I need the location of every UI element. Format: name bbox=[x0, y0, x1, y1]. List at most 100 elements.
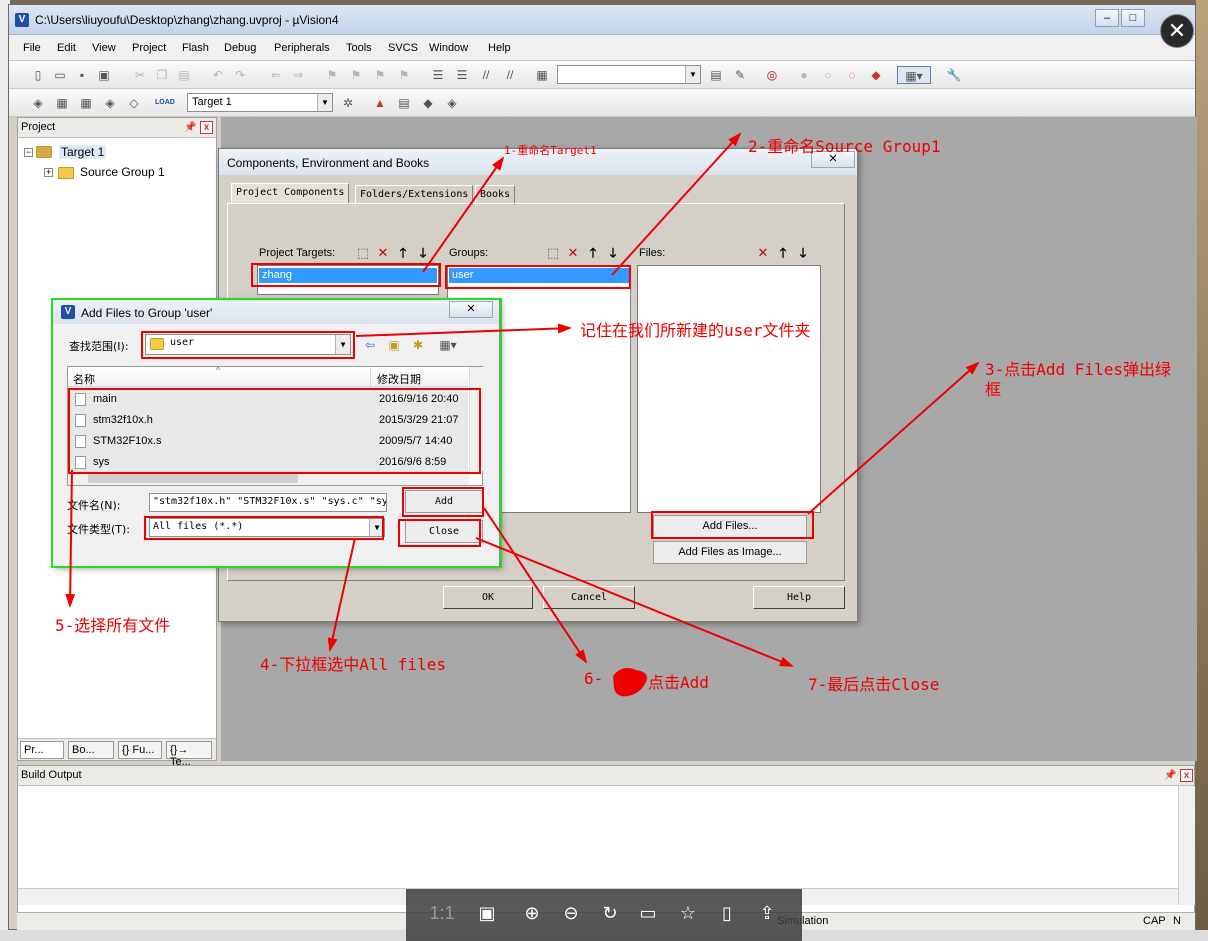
find-icon[interactable]: ▤ bbox=[707, 66, 725, 84]
tab-templates[interactable]: {}→ Te... bbox=[166, 741, 212, 768]
viewer-close-button[interactable]: ✕ bbox=[1160, 14, 1194, 48]
indent-icon[interactable]: ☰ bbox=[429, 66, 447, 84]
phone-icon[interactable]: ▯ bbox=[714, 903, 740, 924]
paste-icon[interactable]: ▤ bbox=[175, 66, 193, 84]
manage-components-icon[interactable]: ▲ bbox=[371, 94, 389, 112]
save-all-icon[interactable]: ▣ bbox=[95, 66, 113, 84]
comment-icon[interactable]: // bbox=[477, 66, 495, 84]
menu-tools[interactable]: Tools bbox=[346, 42, 372, 54]
components-dialog-title: Components, Environment and Books bbox=[227, 156, 430, 170]
save-icon[interactable]: ▪ bbox=[73, 66, 91, 84]
menu-help[interactable]: Help bbox=[488, 42, 511, 54]
undo-icon[interactable]: ↶ bbox=[209, 66, 227, 84]
tab-project-components[interactable]: Project Components bbox=[231, 183, 350, 204]
bookmark-prev-icon[interactable]: ⚑ bbox=[347, 66, 365, 84]
fit-window-icon[interactable]: ▣ bbox=[474, 903, 500, 924]
menu-peripherals[interactable]: Peripherals bbox=[274, 42, 330, 54]
delete-icon[interactable]: ✕ bbox=[375, 245, 391, 261]
move-down-icon[interactable]: 🡓 bbox=[795, 245, 811, 261]
open-folder-icon[interactable]: ▭ bbox=[51, 66, 69, 84]
delete-icon[interactable]: ✕ bbox=[755, 245, 771, 261]
close-icon[interactable]: x bbox=[1180, 769, 1193, 782]
move-down-icon[interactable]: 🡓 bbox=[415, 245, 431, 261]
batch-build-icon[interactable]: ◈ bbox=[101, 94, 119, 112]
new-item-icon[interactable]: ⬚ bbox=[355, 245, 371, 261]
bookmark-clear-icon[interactable]: ⚑ bbox=[395, 66, 413, 84]
breakpoint-icon[interactable]: ● bbox=[795, 66, 813, 84]
menu-project[interactable]: Project bbox=[132, 42, 166, 54]
uncomment-icon[interactable]: // bbox=[501, 66, 519, 84]
redo-icon[interactable]: ↷ bbox=[231, 66, 249, 84]
nav-forward-icon[interactable]: ⇒ bbox=[289, 66, 307, 84]
menu-edit[interactable]: Edit bbox=[57, 42, 76, 54]
menu-flash[interactable]: Flash bbox=[182, 42, 209, 54]
delete-icon[interactable]: ✕ bbox=[565, 245, 581, 261]
translate-icon[interactable]: ◈ bbox=[29, 94, 47, 112]
tab-project[interactable]: Pr... bbox=[20, 741, 64, 759]
bookmark-icon[interactable]: ⚑ bbox=[323, 66, 341, 84]
bookmark-next-icon[interactable]: ⚑ bbox=[371, 66, 389, 84]
zoom-in-icon[interactable]: ⊕ bbox=[519, 903, 545, 924]
build-icon[interactable]: ▦ bbox=[53, 94, 71, 112]
cut-icon[interactable]: ✂ bbox=[131, 66, 149, 84]
select-device-icon[interactable]: ▤ bbox=[395, 94, 413, 112]
menu-view[interactable]: View bbox=[92, 42, 116, 54]
copy-icon[interactable]: ❐ bbox=[153, 66, 171, 84]
tree-collapse-icon[interactable]: − bbox=[24, 148, 33, 157]
chevron-down-icon[interactable]: ▼ bbox=[685, 66, 700, 83]
rebuild-icon[interactable]: ▦ bbox=[77, 94, 95, 112]
target-options-icon[interactable]: ✲ bbox=[339, 94, 357, 112]
move-down-icon[interactable]: 🡓 bbox=[605, 245, 621, 261]
files-list[interactable] bbox=[637, 265, 821, 513]
target-select[interactable]: Target 1 ▼ bbox=[187, 93, 333, 112]
pin-icon[interactable]: 📌 bbox=[184, 122, 196, 134]
zoom-out-icon[interactable]: ⊖ bbox=[558, 903, 584, 924]
bookmark-star-icon[interactable]: ☆ bbox=[675, 903, 701, 924]
close-icon[interactable]: x bbox=[200, 121, 213, 134]
cancel-button[interactable]: Cancel bbox=[543, 586, 635, 609]
tab-books[interactable]: Bo... bbox=[68, 741, 114, 759]
find-combo[interactable]: ▼ bbox=[557, 65, 701, 84]
load-icon[interactable]: LOAD bbox=[155, 94, 175, 112]
tab-books[interactable]: Books bbox=[475, 185, 516, 205]
move-up-icon[interactable]: 🡑 bbox=[585, 245, 601, 261]
pin-icon[interactable]: 📌 bbox=[1164, 770, 1176, 782]
breakpoint-all-icon[interactable]: ◆ bbox=[867, 66, 885, 84]
tab-folders-extensions[interactable]: Folders/Extensions bbox=[355, 185, 474, 205]
add-files-as-image-button[interactable]: Add Files as Image... bbox=[653, 541, 807, 564]
window-layout-icon[interactable]: ▦▾ bbox=[897, 66, 931, 84]
rotate-icon[interactable]: ↻ bbox=[597, 903, 623, 924]
new-item-icon[interactable]: ⬚ bbox=[545, 245, 561, 261]
ok-button[interactable]: OK bbox=[443, 586, 533, 609]
tree-item-target[interactable]: Target 1 bbox=[59, 145, 107, 159]
tab-functions[interactable]: {} Fu... bbox=[118, 741, 162, 759]
maximize-button[interactable]: □ bbox=[1121, 9, 1145, 27]
stop-build-icon[interactable]: ◇ bbox=[125, 94, 143, 112]
debug-session-icon[interactable]: ◎ bbox=[763, 66, 781, 84]
tree-item-source-group[interactable]: Source Group 1 bbox=[80, 165, 165, 179]
actual-size-button[interactable]: 1:1 bbox=[426, 903, 458, 924]
move-up-icon[interactable]: 🡑 bbox=[775, 245, 791, 261]
build-vertical-scrollbar[interactable] bbox=[1178, 786, 1195, 905]
configure-icon[interactable]: 🔧 bbox=[945, 66, 963, 84]
menu-svcs[interactable]: SVCS bbox=[388, 42, 418, 54]
pack-installer-icon[interactable]: ◈ bbox=[443, 94, 461, 112]
incremental-find-icon[interactable]: ✎ bbox=[731, 66, 749, 84]
move-up-icon[interactable]: 🡑 bbox=[395, 245, 411, 261]
find-in-files-icon[interactable]: ▦ bbox=[533, 66, 551, 84]
unindent-icon[interactable]: ☰ bbox=[453, 66, 471, 84]
breakpoint-kill-icon[interactable]: ◌ bbox=[843, 66, 861, 84]
save-icon[interactable]: ▭ bbox=[635, 903, 661, 924]
breakpoint-disable-icon[interactable]: ○ bbox=[819, 66, 837, 84]
menu-debug[interactable]: Debug bbox=[224, 42, 256, 54]
manage-rte-icon[interactable]: ◆ bbox=[419, 94, 437, 112]
share-icon[interactable]: ⇪ bbox=[754, 903, 780, 924]
nav-back-icon[interactable]: ⇐ bbox=[267, 66, 285, 84]
minimize-button[interactable]: – bbox=[1095, 9, 1119, 27]
tree-expand-icon[interactable]: + bbox=[44, 168, 53, 177]
menu-window[interactable]: Window bbox=[429, 42, 468, 54]
chevron-down-icon[interactable]: ▼ bbox=[317, 94, 332, 111]
menu-file[interactable]: File bbox=[23, 42, 41, 54]
new-file-icon[interactable]: ▯ bbox=[29, 66, 47, 84]
help-button[interactable]: Help bbox=[753, 586, 845, 609]
